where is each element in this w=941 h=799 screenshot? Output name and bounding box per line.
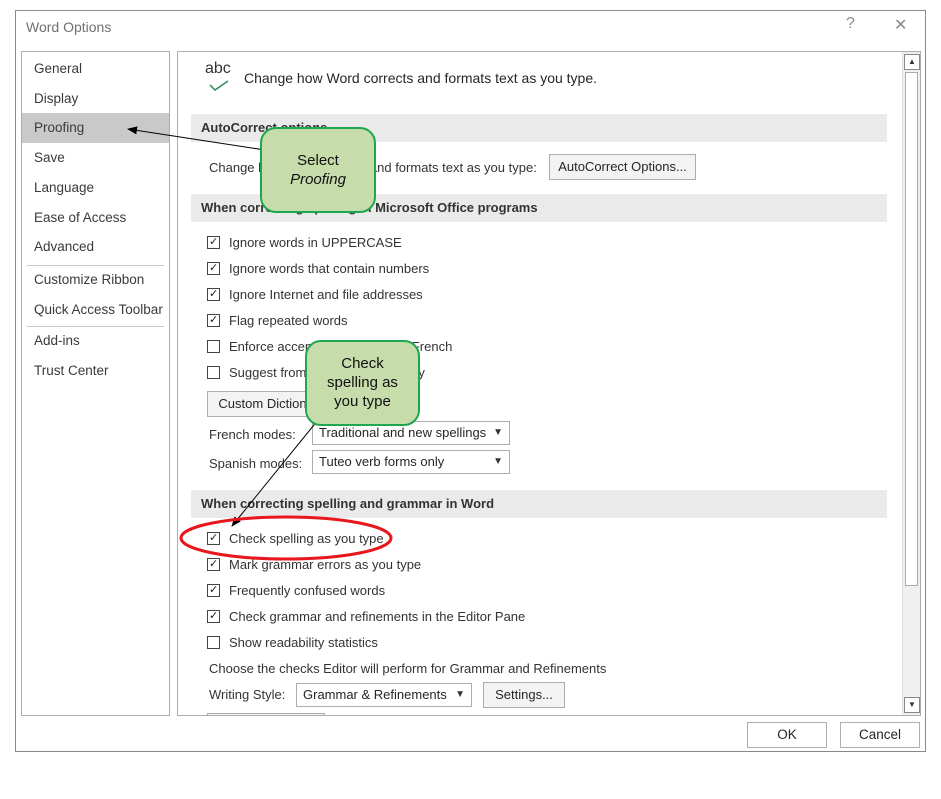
select-value: Traditional and new spellings bbox=[319, 425, 487, 440]
checkbox-label: Ignore words in UPPERCASE bbox=[229, 235, 402, 250]
nav-item-trust-center[interactable]: Trust Center bbox=[22, 356, 169, 386]
scroll-thumb[interactable] bbox=[905, 72, 918, 586]
partial-button[interactable] bbox=[207, 713, 325, 715]
nav-item-quick-access-toolbar[interactable]: Quick Access Toolbar bbox=[22, 295, 169, 325]
vertical-scrollbar[interactable]: ▲ ▼ bbox=[902, 52, 920, 715]
nav-item-save[interactable]: Save bbox=[22, 143, 169, 173]
writing-style-label: Writing Style: bbox=[209, 687, 286, 702]
checkbox-enforce-french[interactable] bbox=[207, 340, 220, 353]
select-value: Grammar & Refinements bbox=[303, 687, 447, 702]
checkbox-confused-words[interactable]: ✓ bbox=[207, 584, 220, 597]
checkbox-label: Check grammar and refinements in the Edi… bbox=[229, 609, 526, 624]
help-icon[interactable]: ? bbox=[846, 15, 855, 33]
dropdown-arrow-icon: ▼ bbox=[493, 427, 503, 438]
scroll-up-icon[interactable]: ▲ bbox=[904, 54, 920, 70]
word-options-dialog: Word Options ? ✕ General Display Proofin… bbox=[15, 10, 926, 752]
callout-line: Select bbox=[297, 152, 339, 169]
checkbox-label: Ignore words that contain numbers bbox=[229, 261, 430, 276]
nav-item-ease-of-access[interactable]: Ease of Access bbox=[22, 203, 169, 233]
callout-line: Proofing bbox=[290, 171, 346, 188]
checkbox-label: Show readability statistics bbox=[229, 635, 378, 650]
word-spelling-section-title: When correcting spelling and grammar in … bbox=[191, 490, 887, 518]
select-value: Tuteo verb forms only bbox=[319, 454, 445, 469]
checkbox-flag-repeated[interactable]: ✓ bbox=[207, 314, 220, 327]
nav-item-advanced[interactable]: Advanced bbox=[22, 232, 169, 262]
callout-check-spelling: Check spelling as you type bbox=[305, 340, 420, 426]
nav-item-add-ins[interactable]: Add-ins bbox=[22, 326, 169, 356]
checkbox-label: Frequently confused words bbox=[229, 583, 386, 598]
checkbox-editor-pane[interactable]: ✓ bbox=[207, 610, 220, 623]
nav-item-proofing[interactable]: Proofing bbox=[22, 113, 169, 143]
checkbox-ignore-internet[interactable]: ✓ bbox=[207, 288, 220, 301]
checkbox-label: Flag repeated words bbox=[229, 313, 348, 328]
french-modes-label: French modes: bbox=[209, 427, 296, 442]
proofing-abc-icon: abc bbox=[205, 60, 231, 77]
checkbox-mark-grammar[interactable]: ✓ bbox=[207, 558, 220, 571]
checkbox-ignore-uppercase[interactable]: ✓ bbox=[207, 236, 220, 249]
pane-header: Change how Word corrects and formats tex… bbox=[244, 70, 598, 86]
checkbox-label: Mark grammar errors as you type bbox=[229, 557, 422, 572]
spanish-modes-select[interactable]: Tuteo verb forms only ▼ bbox=[312, 450, 510, 474]
nav-item-language[interactable]: Language bbox=[22, 173, 169, 203]
checkbox-label: Ignore Internet and file addresses bbox=[229, 287, 423, 302]
dropdown-arrow-icon: ▼ bbox=[493, 456, 503, 467]
nav-item-display[interactable]: Display bbox=[22, 84, 169, 114]
nav-item-customize-ribbon[interactable]: Customize Ribbon bbox=[22, 265, 169, 295]
checkbox-label: Check spelling as you type bbox=[229, 531, 384, 546]
callout-line: Check bbox=[341, 355, 384, 372]
checkbox-check-spelling[interactable]: ✓ bbox=[207, 532, 220, 545]
checkmark-icon bbox=[209, 80, 229, 91]
options-nav: General Display Proofing Save Language E… bbox=[21, 51, 170, 716]
ok-button[interactable]: OK bbox=[747, 722, 827, 748]
callout-select-proofing: Select Proofing bbox=[260, 127, 376, 213]
autocorrect-options-button[interactable]: AutoCorrect Options... bbox=[549, 154, 696, 180]
writing-style-select[interactable]: Grammar & Refinements ▼ bbox=[296, 683, 472, 707]
settings-button[interactable]: Settings... bbox=[483, 682, 565, 708]
spanish-modes-label: Spanish modes: bbox=[209, 456, 303, 471]
callout-line: you type bbox=[334, 393, 391, 410]
nav-item-general[interactable]: General bbox=[22, 54, 169, 84]
close-icon[interactable]: ✕ bbox=[894, 15, 907, 35]
callout-line: spelling as bbox=[327, 374, 398, 391]
checkbox-suggest-main-dict[interactable] bbox=[207, 366, 220, 379]
scroll-down-icon[interactable]: ▼ bbox=[904, 697, 920, 713]
grammar-checks-caption: Choose the checks Editor will perform fo… bbox=[209, 661, 607, 676]
checkbox-readability[interactable] bbox=[207, 636, 220, 649]
checkbox-ignore-numbers[interactable]: ✓ bbox=[207, 262, 220, 275]
dialog-title: Word Options bbox=[26, 19, 112, 35]
dropdown-arrow-icon: ▼ bbox=[455, 689, 465, 700]
cancel-button[interactable]: Cancel bbox=[840, 722, 920, 748]
